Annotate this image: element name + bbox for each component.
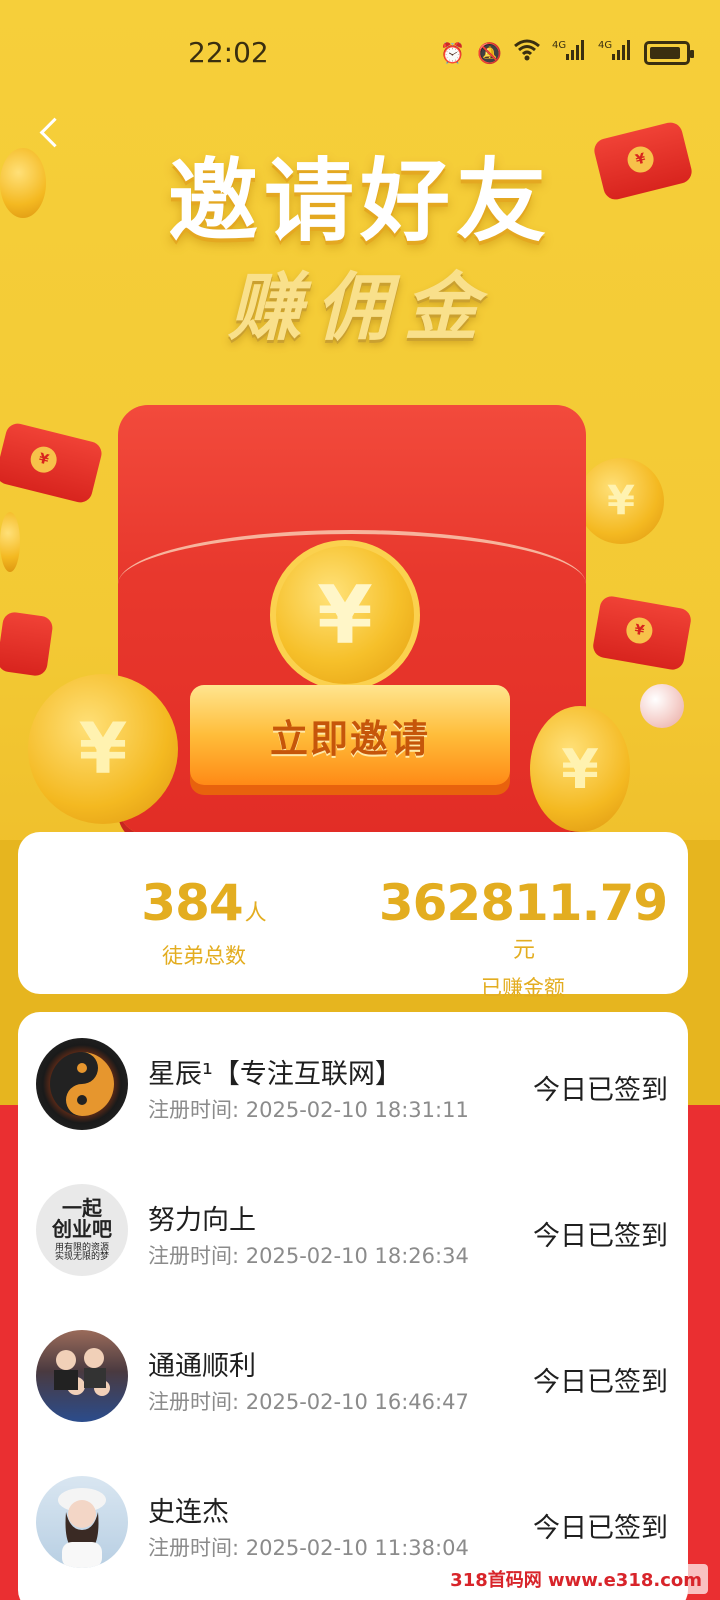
list-item[interactable]: 一起 创业吧 用有限的资源 实现无限的梦 努力向上 注册时间: 2025-02-… [18, 1158, 688, 1298]
coin-icon: ¥ [28, 674, 178, 824]
checkin-status: 今日已签到 [533, 1221, 668, 1252]
avatar: 一起 创业吧 用有限的资源 实现无限的梦 [36, 1184, 128, 1276]
member-name: 星辰¹【专注互联网】 [148, 1059, 402, 1090]
invite-page: 22:02 ⏰ 🔕 4G 4G 邀请好友 赚佣金 ¥ ¥ ¥ ¥ ¥ ¥ ¥ 立… [0, 0, 720, 1600]
avatar [36, 1476, 128, 1568]
signal-4g-icon: 4G [598, 38, 632, 67]
battery-charging-icon [644, 40, 694, 65]
register-time: 注册时间: 2025-02-10 18:26:34 [148, 1244, 469, 1268]
status-icons: ⏰ 🔕 4G 4G [440, 38, 694, 67]
portrait-icon [58, 1488, 106, 1568]
coin-icon: ¥ [530, 706, 630, 832]
red-envelope-icon: ¥ [0, 421, 105, 505]
yuan-coin-icon: ¥ [270, 540, 420, 690]
disciples-label: 徒弟总数 [162, 944, 246, 968]
member-name: 努力向上 [148, 1205, 256, 1236]
earned-stat-value: 362811.79 元 [378, 874, 668, 964]
group-photo-icon [54, 1348, 110, 1396]
earned-label: 已赚金额 [481, 976, 565, 1000]
coin-icon: ¥ [578, 458, 664, 544]
register-time: 注册时间: 2025-02-10 16:46:47 [148, 1390, 469, 1414]
signal-4g-icon: 4G [552, 38, 586, 67]
member-list: 星辰¹【专注互联网】 注册时间: 2025-02-10 18:31:11 今日已… [18, 1012, 688, 1600]
member-name: 通通顺利 [148, 1351, 256, 1382]
network-label: 4G [598, 40, 612, 51]
checkin-status: 今日已签到 [533, 1367, 668, 1398]
invite-now-button[interactable]: 立即邀请 [190, 685, 510, 785]
earned-stat: 362811.79 元 已赚金额 [378, 874, 668, 1002]
member-name: 史连杰 [148, 1497, 229, 1528]
checkin-status: 今日已签到 [533, 1513, 668, 1544]
checkin-status: 今日已签到 [533, 1075, 668, 1106]
earned-unit: 元 [512, 938, 535, 963]
status-bar: 22:02 ⏰ 🔕 4G 4G [0, 0, 720, 104]
wifi-icon [514, 39, 540, 66]
avatar [36, 1330, 128, 1422]
register-time: 注册时间: 2025-02-10 11:38:04 [148, 1536, 469, 1560]
mute-icon: 🔕 [477, 40, 502, 65]
coin-icon [0, 148, 46, 218]
disciples-stat: 384人 徒弟总数 [94, 874, 314, 970]
stats-card: 384人 徒弟总数 362811.79 元 已赚金额 [18, 832, 688, 1000]
disciples-unit: 人 [244, 901, 267, 926]
yin-yang-icon [50, 1052, 114, 1116]
network-label: 4G [552, 40, 566, 51]
coin-icon [0, 512, 20, 572]
list-item[interactable]: 星辰¹【专注互联网】 注册时间: 2025-02-10 18:31:11 今日已… [18, 1012, 688, 1152]
site-watermark: 318首码网 www.e318.com [444, 1564, 708, 1594]
hero-subtitle: 赚佣金 [228, 265, 492, 351]
avatar [36, 1038, 128, 1130]
red-envelope-icon [0, 610, 54, 678]
list-item[interactable]: 通通顺利 注册时间: 2025-02-10 16:46:47 今日已签到 [18, 1304, 688, 1444]
register-time: 注册时间: 2025-02-10 18:31:11 [148, 1098, 469, 1122]
pearl-icon [640, 684, 684, 728]
alarm-icon: ⏰ [440, 40, 466, 65]
earned-amount: 362811.79 [378, 874, 668, 932]
disciples-stat-value: 384人 [94, 874, 314, 932]
status-time: 22:02 [188, 36, 269, 69]
disciples-count: 384 [141, 874, 243, 932]
red-envelope-icon: ¥ [591, 594, 693, 672]
